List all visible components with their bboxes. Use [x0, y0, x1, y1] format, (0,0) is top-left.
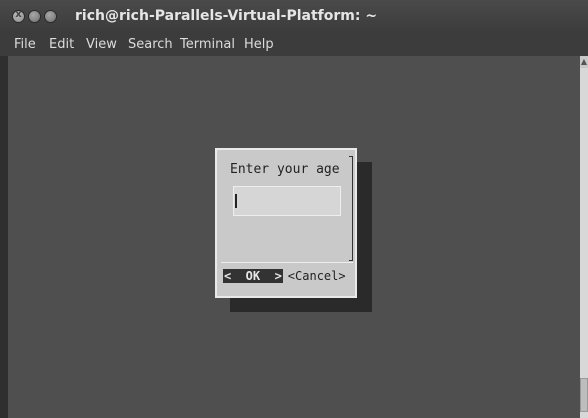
window-title: rich@rich-Parallels-Virtual-Platform: ~: [75, 8, 378, 24]
terminal-window: x rich@rich-Parallels-Virtual-Platform: …: [0, 0, 588, 418]
menu-terminal[interactable]: Terminal: [180, 37, 235, 52]
menu-edit[interactable]: Edit: [49, 37, 74, 52]
menu-file[interactable]: File: [14, 37, 36, 52]
maximize-button[interactable]: [44, 10, 57, 23]
title-bar[interactable]: x rich@rich-Parallels-Virtual-Platform: …: [0, 0, 588, 34]
dialog-prompt: Enter your age: [230, 162, 340, 177]
dialog-frame-bracket: [349, 156, 353, 261]
menu-view[interactable]: View: [86, 37, 117, 52]
close-icon: x: [15, 9, 22, 20]
age-input[interactable]: [233, 186, 341, 216]
scroll-thumb[interactable]: [580, 378, 588, 412]
close-button[interactable]: x: [12, 9, 25, 23]
minimize-button[interactable]: [28, 10, 41, 23]
menu-search[interactable]: Search: [128, 37, 173, 52]
input-dialog: Enter your age < OK > <Cancel>: [215, 148, 357, 298]
ok-button[interactable]: < OK >: [223, 269, 283, 283]
menu-bar: File Edit View Search Terminal Help: [0, 34, 588, 56]
scrollbar[interactable]: ▲: [580, 56, 588, 418]
cancel-button[interactable]: <Cancel>: [288, 269, 346, 283]
menu-help[interactable]: Help: [244, 37, 274, 52]
text-cursor: [235, 194, 237, 208]
scroll-up-icon[interactable]: ▲: [580, 56, 588, 68]
dialog-buttons: < OK > <Cancel>: [223, 269, 346, 283]
dialog-divider: [221, 262, 353, 263]
